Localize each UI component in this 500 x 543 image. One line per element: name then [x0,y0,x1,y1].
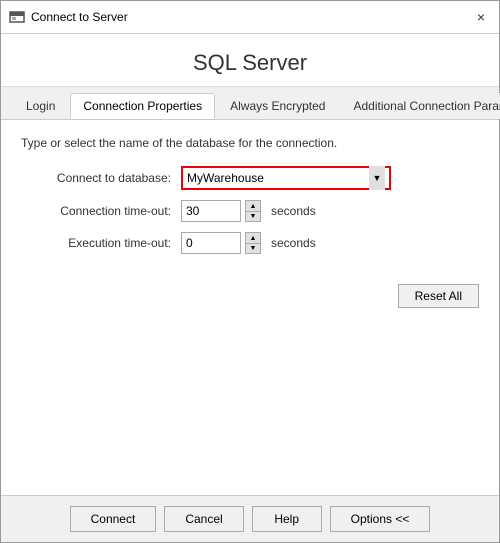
dropdown-value: MyWarehouse [187,171,264,185]
connect-to-database-control: MyWarehouse ▼ [181,166,479,190]
execution-timeout-control: ▲ ▼ seconds [181,232,479,254]
execution-timeout-input[interactable] [181,232,241,254]
dialog-window: Connect to Server × SQL Server Login Con… [0,0,500,543]
footer: Connect Cancel Help Options << [1,495,499,542]
title-bar-text: Connect to Server [31,10,128,24]
reset-area: Reset All [21,284,479,308]
window-icon [9,9,25,25]
connection-timeout-spinner: ▲ ▼ seconds [181,200,316,222]
tabs-bar: Login Connection Properties Always Encry… [1,87,499,120]
execution-timeout-label: Execution time-out: [21,236,181,250]
execution-timeout-down-button[interactable]: ▼ [245,243,261,254]
close-button[interactable]: × [471,7,491,27]
help-button[interactable]: Help [252,506,322,532]
execution-timeout-up-button[interactable]: ▲ [245,232,261,243]
connect-button[interactable]: Connect [70,506,157,532]
connect-to-database-label: Connect to database: [21,171,181,185]
execution-timeout-suffix: seconds [271,236,316,250]
execution-timeout-spinner-buttons: ▲ ▼ [245,232,261,254]
connection-timeout-label: Connection time-out: [21,204,181,218]
dialog-header: SQL Server [1,34,499,87]
title-bar-left: Connect to Server [9,9,128,25]
cancel-button[interactable]: Cancel [164,506,243,532]
connection-timeout-up-button[interactable]: ▲ [245,200,261,211]
reset-all-button[interactable]: Reset All [398,284,479,308]
connection-timeout-row: Connection time-out: ▲ ▼ seconds [21,200,479,222]
tab-content: Type or select the name of the database … [1,120,499,495]
connect-to-database-row: Connect to database: MyWarehouse ▼ [21,166,479,190]
connection-timeout-control: ▲ ▼ seconds [181,200,479,222]
execution-timeout-spinner: ▲ ▼ seconds [181,232,316,254]
description-text: Type or select the name of the database … [21,136,479,150]
execution-timeout-row: Execution time-out: ▲ ▼ seconds [21,232,479,254]
tab-additional-connection-parameters[interactable]: Additional Connection Parameters [340,93,500,119]
options-button[interactable]: Options << [330,506,431,532]
tab-connection-properties[interactable]: Connection Properties [70,93,215,119]
tab-login[interactable]: Login [13,93,68,119]
tab-always-encrypted[interactable]: Always Encrypted [217,93,338,119]
title-bar: Connect to Server × [1,1,499,34]
connection-timeout-input[interactable] [181,200,241,222]
connection-timeout-spinner-buttons: ▲ ▼ [245,200,261,222]
dropdown-arrow-icon[interactable]: ▼ [369,166,385,190]
connection-timeout-suffix: seconds [271,204,316,218]
connect-to-database-dropdown[interactable]: MyWarehouse ▼ [181,166,391,190]
connection-timeout-down-button[interactable]: ▼ [245,211,261,222]
